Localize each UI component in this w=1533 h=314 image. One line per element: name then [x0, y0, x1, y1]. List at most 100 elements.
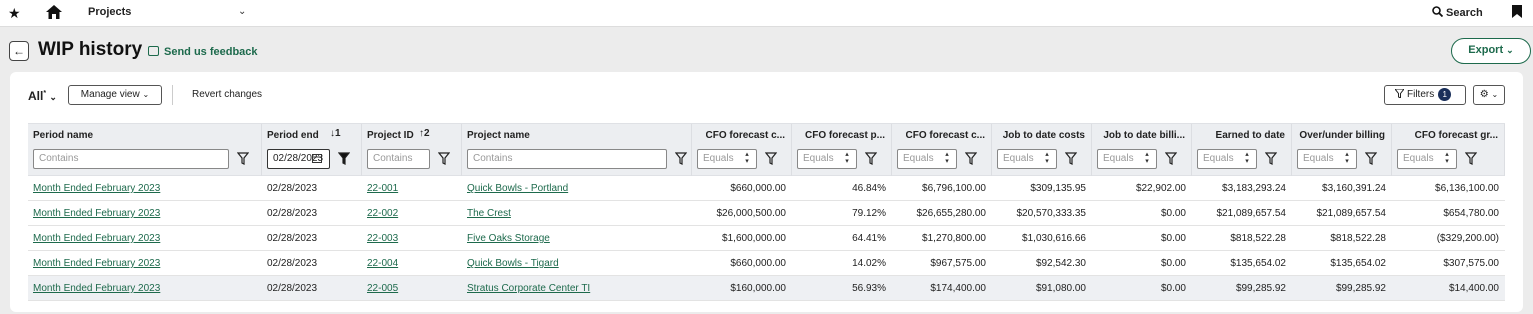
filter-icon[interactable] — [437, 152, 451, 165]
job-to-date-costs-cell: $1,030,616.66 — [1022, 233, 1086, 244]
chevron-down-icon[interactable]: ⌄ — [238, 6, 246, 17]
filter-input[interactable]: Contains — [467, 149, 667, 169]
sort-indicator[interactable]: ↓1 — [330, 128, 341, 139]
column-header[interactable]: CFO forecast c... Equals — [892, 124, 992, 177]
filter-icon[interactable] — [674, 152, 688, 165]
earned-to-date-cell: $99,285.92 — [1235, 283, 1286, 294]
home-icon[interactable] — [46, 5, 62, 22]
column-header[interactable]: Earned to date Equals — [1192, 124, 1292, 177]
filter-operator-select[interactable]: Equals — [997, 149, 1057, 169]
chevron-down-icon: ⌄ — [1491, 90, 1499, 99]
revert-changes-button[interactable]: Revert changes — [192, 89, 262, 100]
column-header[interactable]: Job to date billi... Equals — [1092, 124, 1192, 177]
settings-button[interactable]: ⚙ ⌄ — [1473, 85, 1505, 105]
filter-operator-select[interactable]: Equals — [1297, 149, 1357, 169]
manage-view-button[interactable]: Manage view ⌄ — [68, 85, 162, 105]
table-row[interactable]: Month Ended February 2023 02/28/2023 22-00… — [28, 226, 1505, 251]
earned-to-date-cell: $135,654.02 — [1230, 258, 1286, 269]
column-label: CFO forecast gr... — [1414, 130, 1498, 141]
period-name-link[interactable]: Month Ended February 2023 — [33, 258, 160, 269]
filter-input[interactable]: Contains — [367, 149, 430, 169]
cfo-forecast-gross-cell: ($329,200.00) — [1436, 233, 1499, 244]
cfo-forecast-contract-cell: $660,000.00 — [730, 183, 786, 194]
filters-button[interactable]: Filters 1 — [1384, 85, 1466, 105]
calendar-icon[interactable] — [312, 153, 322, 166]
column-header[interactable]: Project name Contains — [462, 124, 692, 177]
column-header[interactable]: CFO forecast gr... Equals — [1392, 124, 1505, 177]
project-name-link[interactable]: The Crest — [467, 208, 511, 219]
period-end-cell: 02/28/2023 — [267, 283, 318, 294]
project-name-link[interactable]: Stratus Corporate Center TI — [467, 283, 590, 294]
period-name-link[interactable]: Month Ended February 2023 — [33, 208, 160, 219]
column-header[interactable]: Project ID ↑2 Contains — [362, 124, 462, 177]
star-icon[interactable]: ★ — [8, 5, 21, 22]
job-to-date-costs-cell: $91,080.00 — [1035, 283, 1086, 294]
column-label: Period end — [267, 130, 319, 141]
cfo-forecast-contract-cell: $26,000,500.00 — [716, 208, 786, 219]
job-to-date-costs-cell: $309,135.95 — [1030, 183, 1086, 194]
filter-operator-select[interactable]: Equals — [1197, 149, 1257, 169]
view-selector[interactable]: All* ⌄ — [28, 89, 57, 103]
filter-operator-select[interactable]: Equals — [897, 149, 957, 169]
project-id-link[interactable]: 22-005 — [367, 283, 398, 294]
column-header[interactable]: CFO forecast c... Equals — [692, 124, 792, 177]
filter-icon[interactable] — [1264, 152, 1278, 165]
column-header[interactable]: Over/under billing Equals — [1292, 124, 1392, 177]
period-name-link[interactable]: Month Ended February 2023 — [33, 183, 160, 194]
column-label: Project name — [467, 130, 530, 141]
cfo-forecast-cost-cell: $6,796,100.00 — [922, 183, 986, 194]
page-header: ← WIP history Send us feedback Export ⌄ — [0, 28, 1533, 72]
table-header: Period name Contains Period end ↓1 02/28/202… — [28, 123, 1505, 177]
send-feedback-link[interactable]: Send us feedback — [148, 46, 258, 58]
column-header[interactable]: Period name Contains — [28, 124, 262, 177]
filter-icon[interactable] — [1364, 152, 1378, 165]
cfo-forecast-contract-cell: $1,600,000.00 — [722, 233, 786, 244]
back-button[interactable]: ← — [9, 41, 29, 61]
export-label: Export — [1468, 44, 1504, 56]
filter-input[interactable]: Contains — [33, 149, 229, 169]
filter-icon[interactable] — [1164, 152, 1178, 165]
filter-icon[interactable] — [337, 152, 351, 165]
cfo-forecast-cost-cell: $1,270,800.00 — [922, 233, 986, 244]
period-end-cell: 02/28/2023 — [267, 208, 318, 219]
table-row[interactable]: Month Ended February 2023 02/28/2023 22-00… — [28, 201, 1505, 226]
view-modified-marker: * — [43, 90, 47, 97]
filter-icon[interactable] — [964, 152, 978, 165]
table-row[interactable]: Month Ended February 2023 02/28/2023 22-00… — [28, 251, 1505, 276]
cfo-forecast-cost-cell: $967,575.00 — [930, 258, 986, 269]
filter-icon[interactable] — [764, 152, 778, 165]
project-id-link[interactable]: 22-001 — [367, 183, 398, 194]
period-name-link[interactable]: Month Ended February 2023 — [33, 283, 160, 294]
filters-count-badge: 1 — [1438, 88, 1452, 101]
export-button[interactable]: Export ⌄ — [1451, 38, 1531, 64]
project-id-link[interactable]: 22-004 — [367, 258, 398, 269]
project-id-link[interactable]: 22-003 — [367, 233, 398, 244]
bookmark-icon[interactable] — [1512, 5, 1522, 18]
filter-icon[interactable] — [864, 152, 878, 165]
filter-operator-select[interactable]: Equals — [797, 149, 857, 169]
search-button[interactable]: Search — [1432, 6, 1483, 19]
period-name-link[interactable]: Month Ended February 2023 — [33, 233, 160, 244]
sort-indicator[interactable]: ↑2 — [419, 128, 430, 139]
filter-operator-select[interactable]: Equals — [1397, 149, 1457, 169]
column-header[interactable]: Period end ↓1 02/28/2023 — [262, 124, 362, 177]
filter-operator-select[interactable]: Equals — [1097, 149, 1157, 169]
project-name-link[interactable]: Quick Bowls - Tigard — [467, 258, 559, 269]
chevron-down-icon: ⌄ — [142, 90, 150, 99]
project-id-link[interactable]: 22-002 — [367, 208, 398, 219]
filter-operator-select[interactable]: Equals — [697, 149, 757, 169]
column-header[interactable]: CFO forecast p... Equals — [792, 124, 892, 177]
column-label: Over/under billing — [1299, 130, 1385, 141]
filter-icon[interactable] — [1464, 152, 1478, 165]
cfo-forecast-gross-cell: $654,780.00 — [1443, 208, 1499, 219]
project-name-link[interactable]: Five Oaks Storage — [467, 233, 550, 244]
column-header[interactable]: Job to date costs Equals — [992, 124, 1092, 177]
wip-history-table: Period name Contains Period end ↓1 02/28/202… — [28, 123, 1505, 301]
project-selector[interactable]: Projects — [88, 6, 131, 18]
project-name-link[interactable]: Quick Bowls - Portland — [467, 183, 568, 194]
filter-icon[interactable] — [236, 152, 250, 165]
filter-icon[interactable] — [1064, 152, 1078, 165]
table-row[interactable]: Month Ended February 2023 02/28/2023 22-00… — [28, 276, 1505, 301]
table-row[interactable]: Month Ended February 2023 02/28/2023 22-00… — [28, 176, 1505, 201]
top-navigation-bar: ★ Projects ⌄ Search — [0, 0, 1533, 27]
